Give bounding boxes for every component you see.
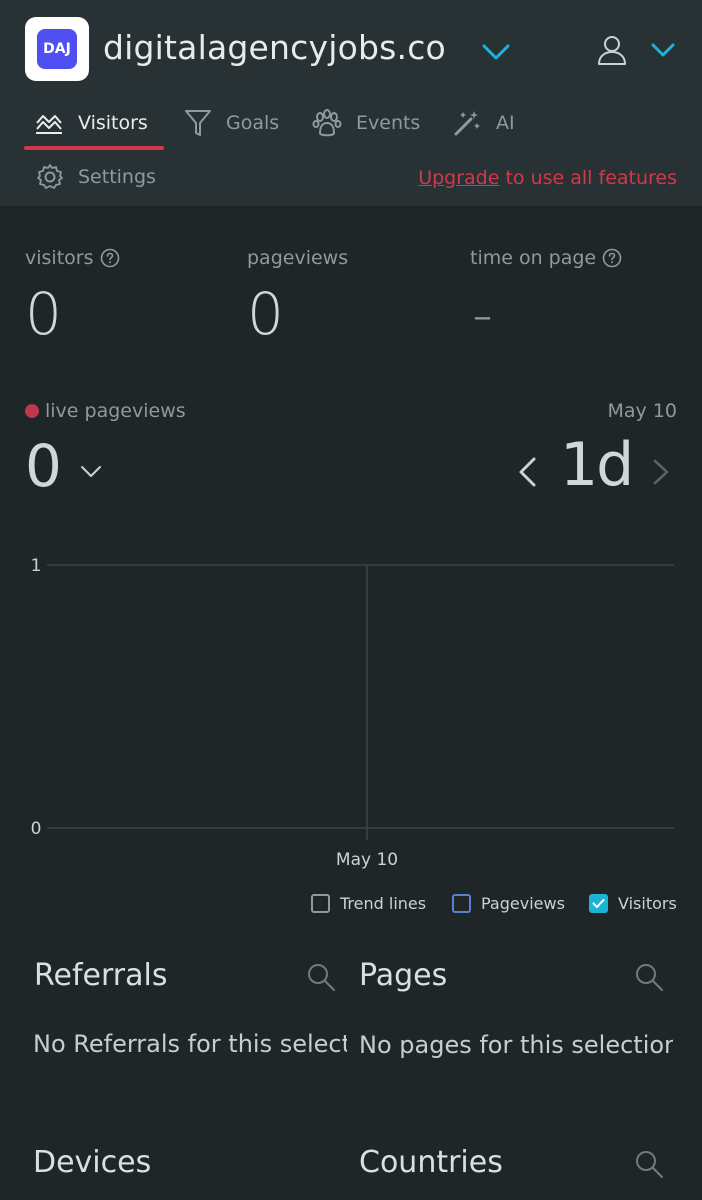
pages-empty-message: No pages for this selection [359, 1031, 673, 1059]
live-indicator-dot [25, 404, 39, 418]
visitors-chart: 0 1 May 10 [31, 556, 674, 870]
visitors-stat-value: 0 [25, 280, 62, 348]
tab-events[interactable]: Events [312, 106, 420, 140]
upgrade-notice-text: to use all features [499, 167, 677, 189]
help-icon[interactable] [100, 248, 120, 268]
tab-visitors-label: Visitors [78, 112, 148, 134]
time-on-page-stat-label: time on page [470, 247, 622, 269]
time-on-page-label-text: time on page [470, 247, 597, 269]
tab-goals-label: Goals [226, 112, 280, 134]
visitors-checkbox[interactable] [589, 893, 608, 913]
visitors-chart-icon [36, 115, 62, 134]
user-menu-chevron-icon[interactable] [650, 40, 676, 60]
visitors-legend-label: Visitors [618, 893, 677, 913]
gear-icon [37, 164, 63, 189]
upgrade-notice: Upgrade to use all features [418, 167, 677, 189]
pages-search-icon[interactable] [634, 962, 664, 992]
live-pageviews-label-text: live pageviews [45, 400, 186, 422]
devices-title: Devices [33, 1145, 152, 1180]
tab-events-label: Events [356, 112, 421, 134]
tab-settings-label: Settings [78, 166, 156, 188]
site-switcher-chevron-icon[interactable] [480, 40, 512, 64]
active-tab-indicator [24, 146, 164, 150]
next-range-chevron-icon[interactable] [650, 458, 672, 486]
referrals-title: Referrals [34, 958, 168, 993]
pageviews-stat-value: 0 [247, 280, 284, 348]
upgrade-link[interactable]: Upgrade [418, 167, 499, 189]
date-range-value[interactable]: 1d [560, 430, 634, 500]
live-pageviews-chevron-icon[interactable] [80, 464, 102, 480]
tab-ai[interactable]: AI [452, 106, 515, 140]
header: DAJ digitalagencyjobs.co Visitors Goals [0, 0, 702, 206]
paw-icon [312, 109, 342, 137]
pageviews-checkbox[interactable] [452, 893, 471, 913]
visitors-label-text: visitors [25, 247, 94, 269]
x-tick-label: May 10 [336, 850, 398, 870]
site-logo-mark: DAJ [37, 29, 77, 69]
magic-wand-icon [454, 111, 480, 136]
user-icon[interactable] [596, 34, 628, 66]
visitors-stat-label: visitors [25, 247, 120, 269]
referrals-empty-message: No Referrals for this selection [33, 1030, 347, 1058]
countries-title: Countries [359, 1145, 503, 1180]
pageviews-legend-label: Pageviews [481, 893, 565, 913]
pageviews-stat-label: pageviews [247, 247, 348, 269]
time-on-page-stat-value: - [472, 280, 493, 348]
tab-visitors[interactable]: Visitors [34, 106, 148, 140]
live-pageviews-label: live pageviews [25, 400, 186, 422]
help-icon[interactable] [602, 248, 622, 268]
y-tick-label: 1 [31, 556, 42, 576]
previous-range-chevron-icon[interactable] [514, 456, 540, 488]
pages-title: Pages [359, 958, 448, 993]
tab-goals[interactable]: Goals [184, 106, 279, 140]
legend-visitors[interactable]: Visitors [589, 890, 677, 916]
site-logo[interactable]: DAJ [25, 17, 89, 81]
legend-pageviews[interactable]: Pageviews [452, 890, 565, 916]
funnel-icon [185, 110, 211, 136]
legend-trend-lines[interactable]: Trend lines [311, 890, 426, 916]
trend-lines-checkbox[interactable] [311, 893, 330, 913]
countries-search-icon[interactable] [634, 1149, 664, 1179]
tab-ai-label: AI [496, 112, 515, 134]
referrals-search-icon[interactable] [306, 962, 336, 992]
y-tick-label: 0 [31, 819, 42, 839]
site-name[interactable]: digitalagencyjobs.co [103, 28, 446, 67]
pageviews-label-text: pageviews [247, 247, 349, 269]
trend-lines-label: Trend lines [340, 893, 427, 913]
check-icon [592, 898, 605, 908]
live-pageviews-value: 0 [25, 432, 62, 500]
selected-date-label: May 10 [607, 400, 678, 422]
tab-settings[interactable]: Settings [36, 160, 156, 194]
